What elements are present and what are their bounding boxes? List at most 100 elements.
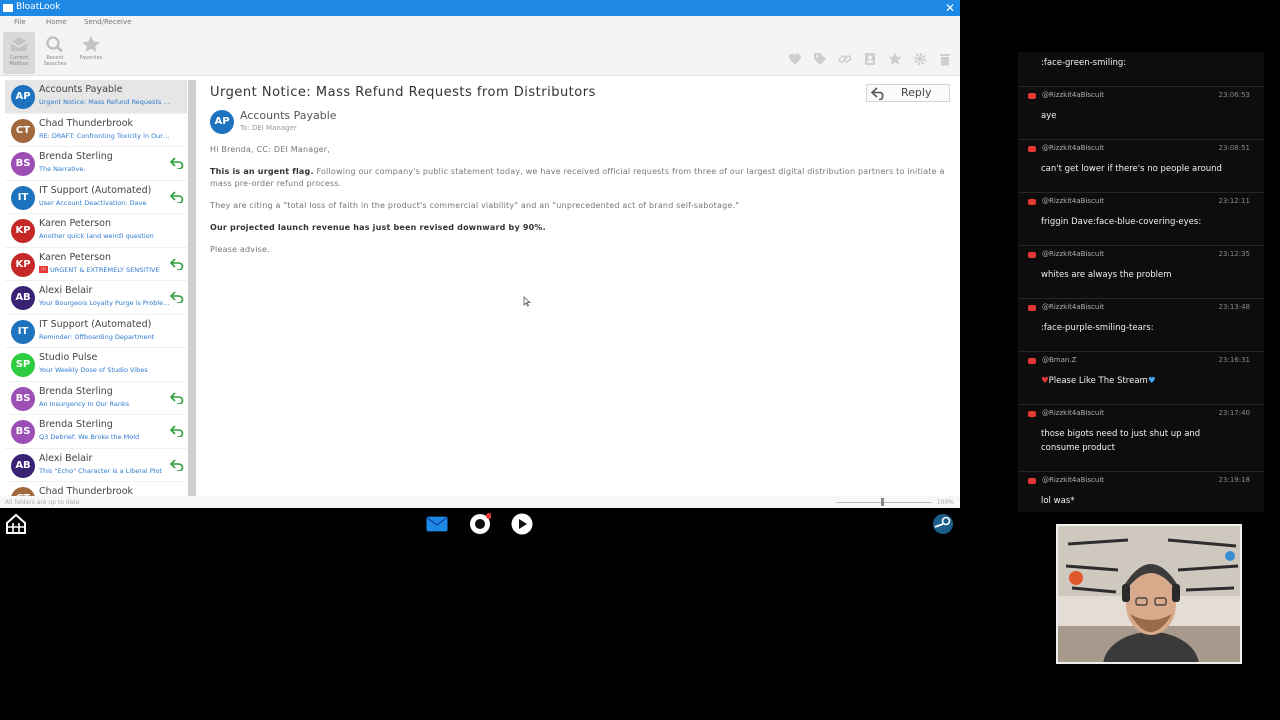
mouse-cursor-icon — [523, 296, 531, 307]
zoom-slider[interactable] — [836, 502, 932, 503]
email-list-item[interactable]: IT IT Support (Automated) User Account Dea… — [5, 181, 187, 214]
chat-username: @Bman.Z — [1042, 356, 1077, 364]
chat-username: @Rizzkit4aBiscuit — [1042, 144, 1105, 152]
recipient-line: To: DEI Manager — [240, 124, 297, 132]
youtube-icon — [1028, 478, 1036, 484]
chat-message: :face-green-smiling: — [1018, 52, 1264, 86]
search-icon — [46, 36, 63, 52]
replied-icon — [170, 458, 184, 471]
chat-message-text: those bigots need to just shut up and co… — [1041, 429, 1201, 453]
app-logo-icon — [3, 4, 13, 12]
email-subject-preview: Another quick (and weird) question — [39, 232, 171, 240]
red-heart-icon: ♥ — [1041, 376, 1049, 386]
chat-message: @Bman.Z 23:16:31 ♥Please Like The Stream… — [1018, 351, 1264, 404]
gear-icon[interactable] — [913, 52, 927, 66]
title-bar: BloatLook ✕ — [0, 0, 960, 16]
trash-icon[interactable] — [938, 52, 952, 66]
avatar: CT — [11, 118, 35, 143]
email-list-item[interactable]: BS Brenda Sterling The Narrative. — [5, 147, 187, 181]
email-list-scrollbar[interactable] — [188, 80, 196, 496]
chat-username: @Rizzkit4aBiscuit — [1042, 476, 1105, 484]
chat-message-text: aye — [1041, 111, 1057, 121]
email-list: AP Accounts Payable Urgent Notice: Mass Re… — [5, 80, 187, 496]
chat-message-text: lol was* — [1041, 496, 1075, 506]
heart-icon[interactable] — [788, 52, 802, 66]
star-icon[interactable] — [888, 52, 902, 66]
chat-timestamp: 23:08:51 — [1218, 144, 1250, 152]
close-icon[interactable]: ✕ — [944, 0, 956, 16]
email-list-item[interactable]: AP Accounts Payable Urgent Notice: Mass Re… — [5, 80, 187, 114]
chat-username: @Rizzkit4aBiscuit — [1042, 303, 1105, 311]
youtube-icon — [1028, 411, 1036, 417]
email-list-item[interactable]: AB Alexi Belair Your Bourgeois Loyalty Pur… — [5, 281, 187, 315]
menu-send-receive[interactable]: Send/Receive — [84, 18, 131, 26]
email-list-item[interactable]: SP Studio Pulse Your Weekly Dose of Studio… — [5, 348, 187, 382]
link-icon[interactable] — [838, 52, 852, 66]
email-list-item[interactable]: CT Chad Thunderbrook RE: DRAFT: Confrontin… — [5, 114, 187, 147]
email-sender: Alexi Belair — [39, 452, 93, 464]
mail-icon[interactable] — [426, 513, 448, 535]
zoom-slider-handle[interactable] — [881, 498, 884, 506]
paragraph-1: This is an urgent flag. Following our co… — [210, 166, 950, 190]
favorites-button[interactable]: Favorites — [75, 32, 107, 74]
email-subject-text: RE: DRAFT: Confronting Toxicity in Our C… — [39, 131, 171, 140]
chat-message-text: can't get lower if there's no people aro… — [1041, 164, 1222, 174]
chat-message-text: ♥Please Like The Stream♥ — [1041, 376, 1156, 386]
youtube-icon — [1028, 146, 1036, 152]
menu-file[interactable]: File — [14, 18, 26, 26]
avatar: SP — [11, 353, 35, 377]
email-subject-text: Reminder: Offboarding Department — [39, 332, 155, 341]
email-list-item[interactable]: KP Karen Peterson Another quick (and weird… — [5, 214, 187, 248]
replied-icon — [170, 391, 184, 404]
chat-message-text: :face-purple-smiling-tears: — [1041, 323, 1154, 333]
taskbar — [0, 508, 960, 540]
current-mailbox-button[interactable]: Current Mailbox — [3, 32, 35, 74]
priority-flag-icon: !!! — [39, 266, 48, 273]
email-subject-text: An Insurgency In Our Ranks — [39, 399, 130, 408]
watch-eye-icon[interactable] — [469, 513, 491, 535]
email-subject-text: Q3 Debrief: We Broke the Mold — [39, 433, 140, 441]
youtube-icon — [1028, 305, 1036, 311]
email-list-item[interactable]: KP Karen Peterson!!! URGENT & EXTREMELY SE… — [5, 248, 187, 281]
email-list-item[interactable]: BS Brenda Sterling An Insurgency In Our Ra… — [5, 382, 187, 415]
email-sender: Karen Peterson — [39, 251, 111, 263]
play-icon[interactable] — [511, 513, 533, 535]
zoom-level: 100% — [936, 499, 954, 506]
email-sender: Chad Thunderbrook — [39, 486, 134, 496]
menu-home[interactable]: Home — [46, 18, 67, 26]
chat-username: @Rizzkit4aBiscuit — [1042, 91, 1105, 99]
email-subject-preview: RE: DRAFT: Confronting Toxicity in Our C… — [39, 132, 171, 140]
email-subject-text: Your Weekly Dose of Studio Vibes — [39, 366, 148, 374]
paragraph-1-text: Following our company's public statement… — [210, 167, 945, 188]
steam-icon[interactable] — [932, 513, 954, 535]
email-subject-text: User Account Deactivation: Dave — [39, 198, 147, 207]
chat-timestamp: 23:19:18 — [1218, 476, 1250, 484]
email-body: Hi Brenda, CC: DEI Manager, This is an u… — [210, 144, 950, 266]
email-subject-text: Your Bourgeois Loyalty Purge is Problema… — [39, 299, 171, 307]
avatar: AB — [11, 286, 35, 310]
status-bar: All folders are up to date 100% — [0, 496, 960, 508]
email-list-item[interactable]: BS Brenda Sterling Q3 Debrief: We Broke th… — [5, 415, 187, 449]
email-sender: IT Support (Automated) — [39, 184, 152, 196]
replied-icon — [170, 257, 184, 270]
email-list-item[interactable]: AB Alexi Belair This "Echo" Character is a… — [5, 449, 187, 482]
status-text: All folders are up to date — [5, 499, 80, 506]
email-sender: Brenda Sterling — [39, 151, 113, 162]
replied-icon — [170, 190, 184, 203]
avatar: BS — [11, 386, 35, 411]
chat-timestamp: 23:13:48 — [1218, 303, 1250, 311]
reply-button[interactable]: Reply — [866, 84, 950, 102]
scrollbar-thumb[interactable] — [188, 80, 196, 496]
home-icon[interactable] — [5, 513, 27, 535]
email-sender: Studio Pulse — [39, 352, 98, 363]
chat-message: @Rizzkit4aBiscuit 23:19:18 lol was* — [1018, 471, 1264, 512]
contact-icon[interactable] — [863, 52, 877, 66]
chat-timestamp: 23:12:35 — [1218, 250, 1250, 258]
email-subject-preview: !!! URGENT & EXTREMELY SENSITIVE — [39, 266, 171, 274]
menu-bar: File Home Send/Receive — [0, 16, 960, 28]
email-list-item[interactable]: IT IT Support (Automated) Reminder: Offboa… — [5, 315, 187, 348]
recent-searches-button[interactable]: Recent Searches — [39, 32, 71, 74]
email-list-item[interactable]: CT Chad Thunderbrook — [5, 482, 187, 496]
live-chat-panel: :face-green-smiling: @Rizzkit4aBiscuit 2… — [1018, 52, 1264, 512]
tag-icon[interactable] — [813, 52, 827, 66]
